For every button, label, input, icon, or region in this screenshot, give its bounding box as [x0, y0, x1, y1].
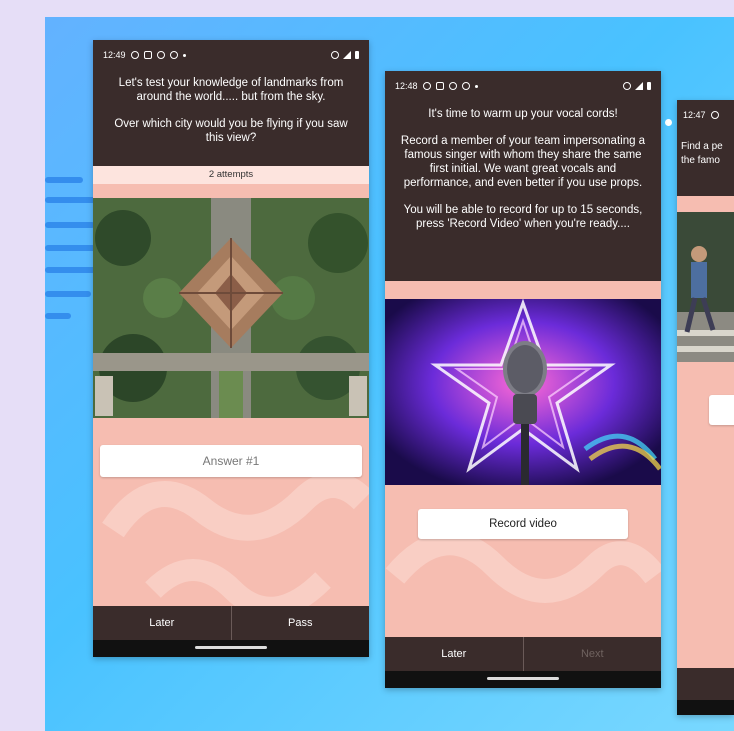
phone-screen-landmark-quiz: 12:49 Let's test your knowledge of landm…: [93, 40, 369, 657]
answer-input[interactable]: Answer #1: [100, 445, 362, 477]
more-dot-icon: [182, 53, 186, 57]
action-button-partial[interactable]: [709, 395, 734, 425]
phone-screen-vocal-challenge: 12:48 It's time to warm up your vocal co…: [385, 71, 661, 688]
microphone-photo: [385, 299, 661, 485]
prompt-question: Over which city would you be flying if y…: [114, 118, 348, 144]
challenge-prompt: Find a pe the famo: [677, 130, 734, 196]
signal-icon: [343, 51, 351, 59]
notification-icon: [130, 51, 139, 59]
decor-stripe: [45, 291, 91, 297]
attempts-counter: 2 attempts: [93, 166, 369, 184]
bottom-nav: Later Pass: [93, 606, 369, 640]
prompt-text-partial: Find a pe the famo: [681, 141, 723, 166]
location-pin-icon: [623, 82, 631, 90]
status-time: 12:48: [395, 81, 418, 91]
spacer: [677, 196, 734, 212]
location-icon: [448, 82, 457, 90]
home-indicator: [677, 700, 734, 715]
status-time: 12:49: [103, 50, 126, 60]
decor-stripe: [45, 245, 97, 251]
status-bar: 12:47: [677, 100, 734, 130]
battery-icon: [355, 51, 359, 59]
prompt-text: Let's test your knowledge of landmarks f…: [118, 77, 344, 103]
partial-photo: [677, 212, 734, 362]
status-bar: 12:48: [385, 71, 661, 101]
later-button[interactable]: Later: [385, 637, 523, 671]
aerial-landmark-photo: [93, 198, 369, 418]
sync-icon: [169, 51, 178, 59]
prompt-heading: It's time to warm up your vocal cords!: [428, 108, 618, 120]
question-prompt: Let's test your knowledge of landmarks f…: [93, 70, 369, 166]
status-time: 12:47: [683, 110, 706, 120]
signal-icon: [635, 82, 643, 90]
bottom-nav: Later Next: [385, 637, 661, 671]
decor-stripe: [45, 313, 71, 319]
decor-stripe: [45, 222, 95, 228]
battery-icon: [647, 82, 651, 90]
spacer: [93, 184, 369, 198]
home-indicator: [385, 671, 661, 688]
home-indicator: [93, 640, 369, 657]
phone-screen-partial: 12:47 Find a pe the famo: [677, 100, 734, 715]
decor-stripe: [45, 197, 97, 203]
decor-stripe: [45, 177, 83, 183]
bottom-nav: [677, 668, 734, 700]
walking-person-image: [677, 212, 734, 362]
challenge-prompt: It's time to warm up your vocal cords! R…: [385, 101, 661, 281]
record-video-button[interactable]: Record video: [418, 509, 628, 539]
message-icon: [143, 51, 152, 59]
sync-icon: [461, 82, 470, 90]
prompt-instructions: You will be able to record for up to 15 …: [403, 204, 643, 230]
notification-icon: [710, 111, 719, 119]
later-button[interactable]: Later: [93, 606, 231, 640]
status-bar: 12:49: [93, 40, 369, 70]
notification-icon: [422, 82, 431, 90]
message-icon: [435, 82, 444, 90]
pass-button[interactable]: Pass: [232, 606, 370, 640]
eiffel-tower-aerial-image: [93, 198, 369, 418]
spacer: [385, 281, 661, 299]
location-pin-icon: [331, 51, 339, 59]
prompt-text: Record a member of your team impersonati…: [400, 135, 646, 189]
more-dot-icon: [474, 84, 478, 88]
microphone-stage-image: [385, 299, 661, 485]
next-button[interactable]: Next: [524, 637, 662, 671]
location-icon: [156, 51, 165, 59]
decor-dot: [665, 119, 672, 126]
